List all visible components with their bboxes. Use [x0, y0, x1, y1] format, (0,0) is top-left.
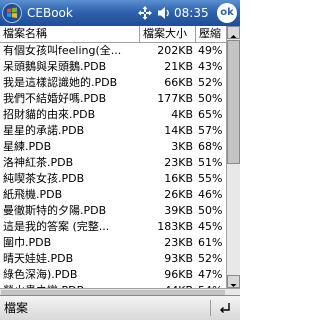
- file-name: 紙飛機.PDB: [3, 188, 63, 201]
- connectivity-icon[interactable]: [136, 4, 154, 22]
- vertical-scrollbar[interactable]: [226, 26, 240, 288]
- list-item[interactable]: 洛神紅茶.PDB 23KB 51%: [0, 155, 226, 171]
- file-size: 202KB: [157, 44, 193, 57]
- compression-ratio: 46%: [198, 188, 223, 201]
- list-item[interactable]: 我們不結婚好嗎.PDB 177KB 50%: [0, 91, 226, 107]
- compression-ratio: 45%: [198, 220, 223, 233]
- file-name: 呆頭鵝與呆頭鵝.PDB: [3, 60, 107, 73]
- ok-button[interactable]: ok: [217, 3, 237, 23]
- compression-ratio: 65%: [198, 108, 223, 121]
- app-title: CEBook: [27, 6, 73, 20]
- file-size: 183KB: [157, 220, 193, 233]
- scroll-down-button[interactable]: [227, 275, 240, 288]
- column-header-size[interactable]: 檔案大小: [140, 26, 196, 42]
- keyboard-input-icon[interactable]: [218, 301, 232, 315]
- title-bar: CEBook 08:35 ok: [0, 0, 240, 26]
- file-size: 4KB: [171, 108, 193, 121]
- compression-ratio: 57%: [198, 124, 223, 137]
- file-size: 23KB: [164, 236, 193, 249]
- file-name: 我們不結婚好嗎.PDB: [3, 92, 107, 105]
- scroll-up-button[interactable]: [227, 26, 240, 39]
- column-header-compression[interactable]: 壓縮: [196, 26, 226, 42]
- file-name: 星練.PDB: [3, 140, 52, 153]
- compression-ratio: 49%: [198, 44, 223, 57]
- file-list: 有個女孩叫feeling(全... 202KB 49% 呆頭鵝與呆頭鵝.PDB 21KB…: [0, 43, 226, 288]
- file-size: 93KB: [164, 252, 193, 265]
- compression-ratio: 50%: [198, 204, 223, 217]
- compression-ratio: 50%: [198, 92, 223, 105]
- list-item[interactable]: 我是這樣認識她的.PDB 66KB 52%: [0, 75, 226, 91]
- file-size: 21KB: [164, 60, 193, 73]
- list-item[interactable]: 招財貓的由來.PDB 4KB 65%: [0, 107, 226, 123]
- compression-ratio: 43%: [198, 60, 223, 73]
- file-size: 177KB: [157, 92, 193, 105]
- compression-ratio: 51%: [198, 156, 223, 169]
- compression-ratio: 55%: [198, 172, 223, 185]
- compression-ratio: 47%: [198, 268, 223, 281]
- horizontal-scrollbar[interactable]: [0, 288, 240, 295]
- speaker-icon[interactable]: [157, 5, 171, 21]
- file-name: 曼徹斯特的夕陽.PDB: [3, 204, 107, 217]
- compression-ratio: 52%: [198, 76, 223, 89]
- file-size: 23KB: [164, 156, 193, 169]
- list-item[interactable]: 純喫茶女孩.PDB 16KB 55%: [0, 171, 226, 187]
- compression-ratio: 61%: [198, 236, 223, 249]
- list-item[interactable]: 紙飛機.PDB 26KB 46%: [0, 187, 226, 203]
- list-header: 檔案名稱 檔案大小 壓縮: [0, 26, 240, 43]
- menu-divider: [210, 300, 211, 316]
- file-name: 星星的承諾.PDB: [3, 124, 85, 137]
- menu-bar: 檔案: [0, 295, 240, 320]
- file-size: 39KB: [164, 204, 193, 217]
- list-item[interactable]: 晴天娃娃.PDB 93KB 52%: [0, 251, 226, 267]
- list-item[interactable]: 星星的承諾.PDB 14KB 57%: [0, 123, 226, 139]
- file-size: 14KB: [164, 124, 193, 137]
- file-name: 招財貓的由來.PDB: [3, 108, 96, 121]
- file-name: 綠色深海).PDB: [3, 268, 78, 281]
- list-item[interactable]: 呆頭鵝與呆頭鵝.PDB 21KB 43%: [0, 59, 226, 75]
- list-item[interactable]: 圍巾.PDB 23KB 61%: [0, 235, 226, 251]
- file-name: 這是我的答案 (完整...: [3, 220, 110, 233]
- column-header-name[interactable]: 檔案名稱: [0, 26, 140, 42]
- file-size: 26KB: [164, 188, 193, 201]
- scroll-thumb[interactable]: [227, 40, 240, 164]
- file-name: 圍巾.PDB: [3, 236, 52, 249]
- file-size: 66KB: [164, 76, 193, 89]
- compression-ratio: 52%: [198, 252, 223, 265]
- file-name: 晴天娃娃.PDB: [3, 252, 74, 265]
- list-item[interactable]: 有個女孩叫feeling(全... 202KB 49%: [0, 43, 226, 59]
- file-name: 洛神紅茶.PDB: [3, 156, 74, 169]
- file-name: 我是這樣認識她的.PDB: [3, 76, 118, 89]
- file-name: 純喫茶女孩.PDB: [3, 172, 85, 185]
- file-menu[interactable]: 檔案: [4, 300, 28, 316]
- list-item[interactable]: 這是我的答案 (完整... 183KB 45%: [0, 219, 226, 235]
- file-size: 96KB: [164, 268, 193, 281]
- list-item[interactable]: 曼徹斯特的夕陽.PDB 39KB 50%: [0, 203, 226, 219]
- list-item[interactable]: 綠色深海).PDB 96KB 47%: [0, 267, 226, 283]
- windows-flag-icon[interactable]: [2, 3, 22, 23]
- compression-ratio: 68%: [198, 140, 223, 153]
- screen: CEBook 08:35 ok 檔案名稱 檔案大小 壓縮 有個女孩叫feelin…: [0, 0, 240, 320]
- file-size: 16KB: [164, 172, 193, 185]
- list-item[interactable]: 星練.PDB 3KB 68%: [0, 139, 226, 155]
- file-name: 有個女孩叫feeling(全...: [3, 44, 122, 57]
- clock[interactable]: 08:35: [174, 5, 209, 21]
- file-size: 3KB: [171, 140, 193, 153]
